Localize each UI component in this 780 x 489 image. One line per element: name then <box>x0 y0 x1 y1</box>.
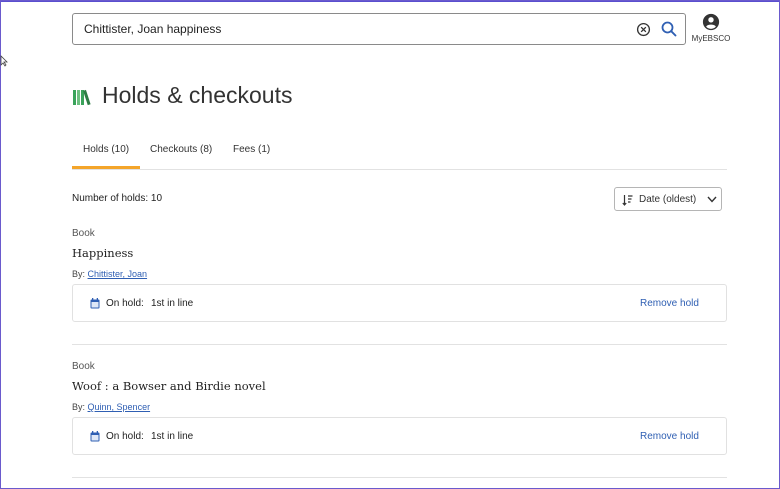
item-format: Book <box>72 228 95 239</box>
tab-holds[interactable]: Holds (10) <box>83 144 129 155</box>
hold-queue-position: 1st in line <box>151 431 194 442</box>
clear-search-icon[interactable] <box>636 22 651 37</box>
window-frame <box>0 0 780 489</box>
holds-count: Number of holds: 10 <box>72 193 163 204</box>
books-icon <box>73 89 91 106</box>
calendar-icon <box>90 298 100 309</box>
hold-queue-position: 1st in line <box>151 298 194 309</box>
item-divider <box>72 344 727 345</box>
account-icon <box>702 13 720 31</box>
item-divider <box>72 477 727 478</box>
chevron-down-icon <box>707 196 717 203</box>
hold-status-label: On hold: <box>106 431 144 442</box>
item-author-line: By: Quinn, Spencer <box>72 402 150 412</box>
by-label: By: <box>72 269 86 279</box>
myebsco-account-button[interactable]: MyEBSCO <box>688 13 734 43</box>
by-label: By: <box>72 402 86 412</box>
search-bar[interactable]: Chittister, Joan happiness <box>72 13 686 45</box>
tab-bar: Holds (10) Checkouts (8) Fees (1) <box>72 140 727 170</box>
item-title[interactable]: Woof : a Bowser and Birdie novel <box>72 379 266 393</box>
remove-hold-button[interactable]: Remove hold <box>640 431 699 442</box>
hold-status-box: On hold: 1st in line Remove hold <box>72 284 727 322</box>
page-title: Holds & checkouts <box>102 82 293 108</box>
item-format: Book <box>72 361 95 372</box>
search-input[interactable]: Chittister, Joan happiness <box>84 22 221 36</box>
cursor-icon <box>0 55 8 67</box>
hold-status-box: On hold: 1st in line Remove hold <box>72 417 727 455</box>
item-author-line: By: Chittister, Joan <box>72 269 147 279</box>
tab-checkouts[interactable]: Checkouts (8) <box>150 144 212 155</box>
active-tab-indicator <box>72 166 140 169</box>
remove-hold-button[interactable]: Remove hold <box>640 298 699 309</box>
item-title[interactable]: Happiness <box>72 246 133 260</box>
sort-dropdown[interactable]: Date (oldest) <box>614 187 722 211</box>
search-icon[interactable] <box>660 20 678 38</box>
hold-status-label: On hold: <box>106 298 144 309</box>
author-link[interactable]: Chittister, Joan <box>88 269 148 279</box>
author-link[interactable]: Quinn, Spencer <box>88 402 151 412</box>
sort-icon <box>622 195 633 206</box>
tab-fees[interactable]: Fees (1) <box>233 144 270 155</box>
sort-selected-value: Date (oldest) <box>639 194 697 205</box>
myebsco-label: MyEBSCO <box>691 34 731 43</box>
calendar-icon <box>90 431 100 442</box>
